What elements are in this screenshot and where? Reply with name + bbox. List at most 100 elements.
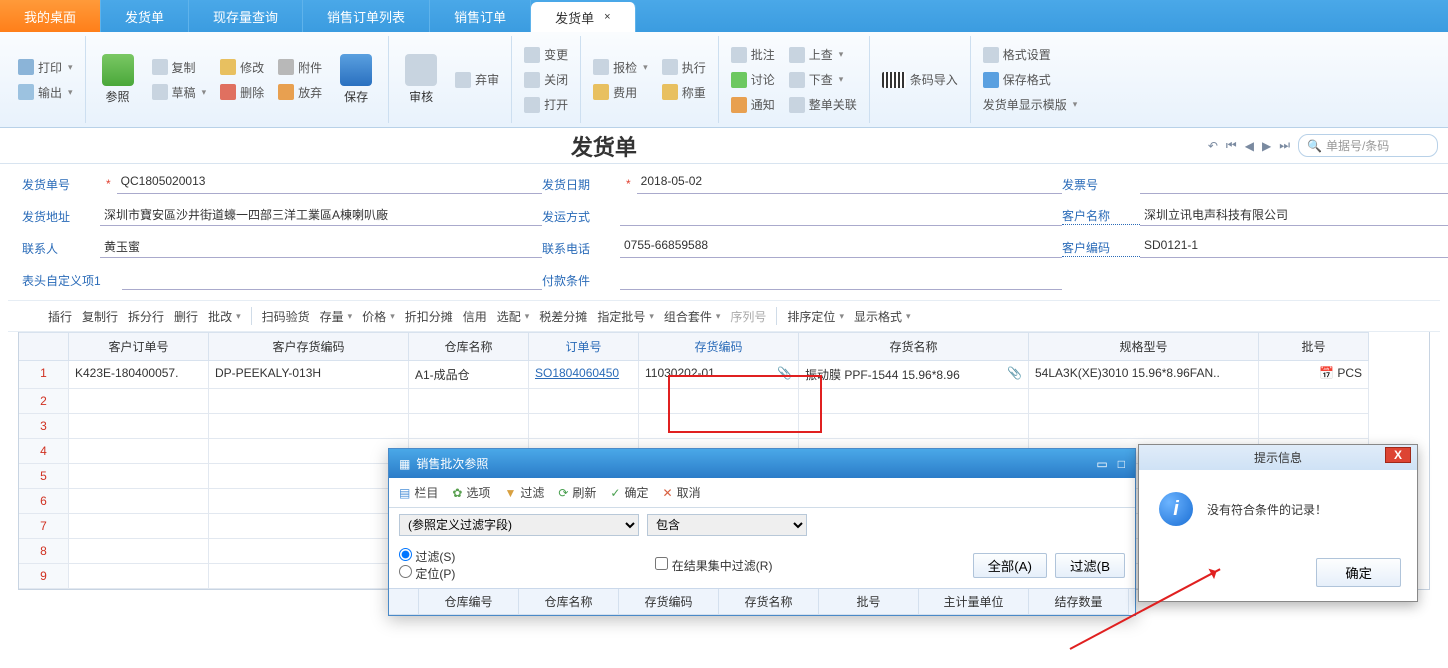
last-icon[interactable]: ⏭ [1279,138,1290,153]
so-link[interactable]: SO1804060450 [535,366,619,380]
dlg-col-1[interactable]: 仓库编号 [419,589,519,615]
col-cust-ord[interactable]: 客户订单号 [69,332,209,361]
field-tel[interactable]: 0755-66859588 [620,238,1062,258]
field-invoice[interactable] [1140,174,1448,194]
tab-so[interactable]: 销售订单 [430,0,531,32]
act-credit[interactable]: 信用 [463,308,487,325]
label-cust[interactable]: 客户名称 [1062,207,1140,225]
dlg-opts-button[interactable]: ✿选项 [452,484,490,501]
copy-button[interactable]: 复制 [148,57,211,78]
save-format-button[interactable]: 保存格式 [979,69,1082,90]
close-icon[interactable]: × [604,11,610,23]
attach-button[interactable]: 附件 [274,57,326,78]
weigh-button[interactable]: 称重 [658,82,710,103]
dlg-op-select[interactable]: 包含 [647,514,807,536]
inspect-button[interactable]: 报检▾ [589,57,652,78]
act-tax[interactable]: 税差分摊 [539,308,587,325]
tab-so-list[interactable]: 销售订单列表 [303,0,430,32]
table-row[interactable]: 2 [19,389,1429,414]
draft-button[interactable]: 草稿▾ [148,82,211,103]
act-price[interactable]: 价格▾ [362,308,395,325]
act-split[interactable]: 拆分行 [128,308,164,325]
close-button[interactable]: 关闭 [520,69,572,90]
next-icon[interactable]: ▶ [1262,139,1271,153]
field-pay[interactable] [620,270,1062,290]
cell-inv-name[interactable]: 振动膜 PPF-1544 15.96*8.96📎 [799,361,1029,389]
col-cust-inv[interactable]: 客户存货编码 [209,332,409,361]
col-so[interactable]: 订单号 [529,332,639,361]
act-scan[interactable]: 扫码验货 [262,308,310,325]
cell-wh[interactable]: A1-成品仓 [409,361,529,389]
dlg-filter-button[interactable]: ▼过滤 [504,484,544,501]
act-batchno[interactable]: 指定批号▾ [597,308,654,325]
act-del[interactable]: 删行 [174,308,198,325]
act-combo[interactable]: 组合套件▾ [664,308,721,325]
dlg-col-3[interactable]: 存货编码 [619,589,719,615]
notify-button[interactable]: 通知 [727,94,779,115]
alert-ok-button[interactable]: 确定 [1316,558,1401,587]
print-button[interactable]: 打印▾ [14,57,77,78]
field-custom1[interactable] [122,270,542,290]
tab-stock-query[interactable]: 现存量查询 [189,0,303,32]
col-wh[interactable]: 仓库名称 [409,332,529,361]
dlg-cancel-button[interactable]: ✕取消 [663,484,701,501]
cell-spec[interactable]: 54LA3K(XE)3010 15.96*8.96FAN.. [1029,361,1259,389]
first-icon[interactable]: ⏮ [1226,138,1237,153]
dlg-chk-resultset[interactable]: 在结果集中过滤(R) [655,557,772,574]
dialog-min-icon[interactable]: ▭ [1096,457,1107,471]
modify-button[interactable]: 修改 [216,57,268,78]
act-batch[interactable]: 批改▾ [208,308,241,325]
dlg-cols-button[interactable]: ▤栏目 [399,484,438,501]
dlg-ok-button[interactable]: ✓确定 [610,484,648,501]
alert-close-button[interactable]: X [1385,447,1411,463]
act-insert[interactable]: 插行 [48,308,72,325]
field-date[interactable]: 2018-05-02 [637,174,1062,194]
label-custcode[interactable]: 客户编码 [1062,239,1140,257]
tab-shipment-active[interactable]: 发货单× [531,2,635,32]
cell-so[interactable]: SO1804060450 [529,361,639,389]
dlg-col-6[interactable]: 主计量单位 [919,589,1029,615]
delete-button[interactable]: 删除 [216,82,268,103]
field-contact[interactable]: 黄玉蜜 [100,238,542,258]
undo-icon[interactable]: ↶ [1208,139,1218,153]
field-no[interactable]: QC1805020013 [117,174,542,194]
field-ship[interactable] [620,206,1062,226]
tab-desktop[interactable]: 我的桌面 [0,0,101,32]
note-button[interactable]: 批注 [727,44,779,65]
act-stock[interactable]: 存量▾ [320,308,353,325]
search-input[interactable]: 🔍单据号/条码 [1298,134,1438,157]
act-copy[interactable]: 复制行 [82,308,118,325]
dlg-all-button[interactable]: 全部(A) [973,553,1047,578]
dlg-col-4[interactable]: 存货名称 [719,589,819,615]
act-serial[interactable]: 序列号 [730,308,766,325]
act-display[interactable]: 显示格式▾ [854,308,911,325]
prev-icon[interactable]: ◀ [1245,139,1254,153]
dlg-col-5[interactable]: 批号 [819,589,919,615]
discuss-button[interactable]: 讨论 [727,69,779,90]
field-custcode[interactable]: SD0121-1 [1140,238,1448,258]
dlg-radio-locate[interactable]: 定位(P) [399,567,455,581]
dlg-col-7[interactable]: 结存数量 [1029,589,1129,615]
clip-icon[interactable]: 📎 [777,366,792,380]
exec-button[interactable]: 执行 [658,57,710,78]
dlg-radio-filter[interactable]: 过滤(S) [399,550,455,564]
dialog-title-bar[interactable]: ▦ 销售批次参照 ▭ □ [389,449,1135,478]
dlg-do-filter-button[interactable]: 过滤(B [1055,553,1125,578]
dlg-col-0[interactable] [389,589,419,615]
act-sort[interactable]: 排序定位▾ [787,308,844,325]
cell-cust-ord[interactable]: K423E-180400057. [69,361,209,389]
adjust-button[interactable]: 整单关联 [785,94,861,115]
change-button[interactable]: 变更 [520,44,572,65]
cell-batch[interactable]: 📅 PCS [1259,361,1369,389]
fee-button[interactable]: 费用 [589,82,652,103]
abandon-button[interactable]: 弃审 [451,69,503,90]
alert-title-bar[interactable]: 提示信息 X [1139,445,1417,470]
cell-inv-code[interactable]: 11030202-01📎 [639,361,799,389]
open-button[interactable]: 打开 [520,94,572,115]
dlg-col-2[interactable]: 仓库名称 [519,589,619,615]
audit-button[interactable]: 审核 [397,38,445,121]
save-button[interactable]: 保存 [332,38,380,121]
col-inv-name[interactable]: 存货名称 [799,332,1029,361]
cell-cust-inv[interactable]: DP-PEEKALY-013H [209,361,409,389]
col-batch[interactable]: 批号 [1259,332,1369,361]
